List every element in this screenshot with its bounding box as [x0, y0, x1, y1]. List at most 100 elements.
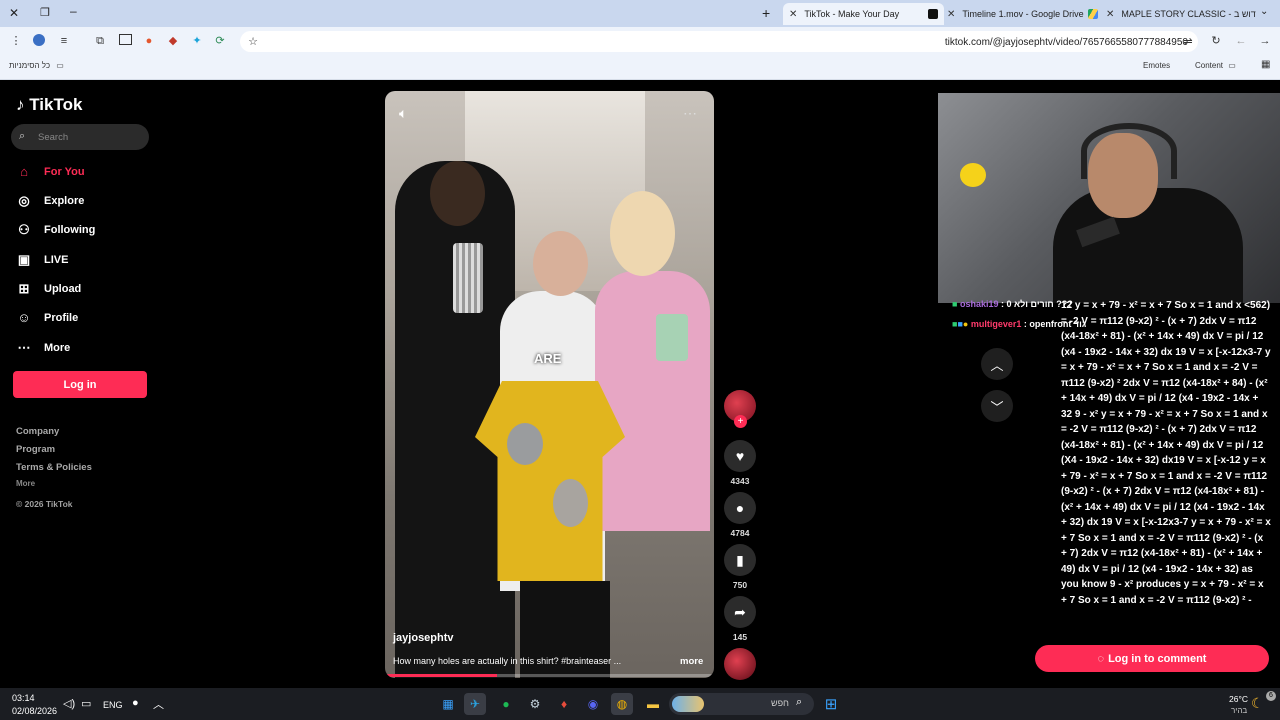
comment-button[interactable]: ●: [724, 492, 756, 524]
reading-list-icon[interactable]: ≡: [57, 34, 71, 48]
tab-tiktok[interactable]: ✕ TikTok - Make Your Day: [783, 3, 944, 25]
task-view-icon[interactable]: ▦: [437, 693, 459, 715]
chat-badge-icon: ●: [962, 319, 969, 329]
start-menu-icon[interactable]: ⊞: [820, 693, 842, 715]
restore-window-icon[interactable]: ❐: [40, 6, 50, 19]
follow-plus-icon[interactable]: +: [734, 415, 747, 428]
extension-icon[interactable]: ✦: [190, 34, 204, 48]
heart-icon: ♥: [735, 448, 745, 464]
extension-icon[interactable]: [118, 34, 132, 48]
search-input[interactable]: ⌕ Search: [11, 124, 149, 150]
sound-disc-avatar[interactable]: [724, 648, 756, 680]
like-button[interactable]: ♥: [724, 440, 756, 472]
extension-icon[interactable]: ◆: [166, 34, 180, 48]
more-options-icon[interactable]: ⋯: [683, 105, 697, 122]
tab-title: TikTok - Make Your Day: [804, 9, 900, 19]
extension-icon[interactable]: ●: [142, 34, 156, 48]
discord-app-icon[interactable]: ◉: [582, 693, 604, 715]
sidebar-item-profile[interactable]: ☺ Profile: [16, 310, 78, 325]
minimize-window-icon[interactable]: –: [70, 4, 77, 18]
reload-icon[interactable]: ↻: [1209, 34, 1223, 48]
tab-google-drive[interactable]: ✕ Timeline 1.mov - Google Drive: [943, 3, 1102, 25]
grid-icon[interactable]: ▦: [1261, 59, 1270, 70]
menu-icon[interactable]: ⋮: [9, 34, 23, 48]
chat-username: oshaki19: [959, 299, 999, 309]
all-bookmarks-folder[interactable]: כל הסימניות ▭: [9, 61, 64, 70]
previous-video-button[interactable]: ︿: [981, 348, 1013, 380]
video-progress-fill: [385, 674, 497, 677]
search-icon: ⌕: [796, 696, 803, 708]
clock-time[interactable]: 03:14: [12, 693, 35, 703]
language-indicator[interactable]: ENG: [103, 700, 123, 710]
video-player[interactable]: ARE 🔈︎ ⋯ jayjosephtv How many holes are …: [385, 91, 714, 678]
bookmark-emotes[interactable]: Emotes: [1143, 61, 1170, 70]
copyright-text: © 2026 TikTok: [16, 499, 73, 509]
sidebar-item-live[interactable]: ▣ LIVE: [16, 252, 69, 268]
profile-avatar-icon[interactable]: [32, 34, 46, 48]
taskbar-search-box[interactable]: חפש ⌕: [669, 693, 814, 715]
bookmark-content[interactable]: Content ▭: [1195, 61, 1236, 70]
sidebar-item-upload[interactable]: ⊞ Upload: [16, 281, 82, 297]
game-app-icon[interactable]: ♦: [553, 693, 575, 715]
caption-more-button[interactable]: more: [680, 656, 703, 667]
volume-icon[interactable]: 🔈︎: [399, 105, 407, 122]
next-video-button[interactable]: ﹀: [981, 390, 1013, 422]
video-author[interactable]: jayjosephtv: [393, 632, 454, 644]
footer-link-more[interactable]: More: [16, 479, 35, 488]
bookmark-star-icon[interactable]: ☆: [246, 35, 260, 49]
video-progress-track[interactable]: [385, 674, 714, 677]
share-count: 145: [732, 632, 748, 642]
like-count: 4343: [730, 476, 750, 486]
spotify-app-icon[interactable]: ●: [495, 693, 517, 715]
live-icon: ▣: [17, 252, 31, 267]
sidebar-item-explore[interactable]: ◎ Explore: [16, 193, 84, 209]
forward-icon[interactable]: →: [1258, 34, 1272, 48]
chrome-app-icon[interactable]: ◍: [611, 693, 633, 715]
login-button[interactable]: Log in: [13, 371, 147, 398]
save-count: 750: [732, 580, 748, 590]
footer-link-program[interactable]: Program: [16, 444, 55, 455]
network-tray-icon[interactable]: ▭: [81, 697, 91, 710]
following-icon: ⚇: [18, 222, 30, 237]
close-tab-icon[interactable]: ✕: [1106, 9, 1114, 20]
tab-title: Timeline 1.mov - Google Drive: [962, 9, 1084, 19]
share-button[interactable]: ➦: [724, 596, 756, 628]
tiktok-logo[interactable]: ♪ TikTok: [16, 95, 82, 115]
save-button[interactable]: ▮: [724, 544, 756, 576]
folder-icon: ▭: [1228, 61, 1236, 70]
new-tab-button[interactable]: +: [762, 5, 770, 21]
close-tab-icon[interactable]: ✕: [789, 9, 797, 20]
show-hidden-icons-chevron[interactable]: ︿: [153, 696, 164, 712]
close-tab-icon[interactable]: ✕: [947, 9, 955, 20]
notification-badge[interactable]: 6: [1266, 691, 1276, 701]
sidebar-item-more[interactable]: ⋯ More: [16, 340, 71, 356]
sidebar-item-for-you[interactable]: ⌂ For You: [16, 164, 84, 179]
clock-date[interactable]: 02/08/2026: [12, 706, 57, 716]
tab-maple-story[interactable]: ✕ MAPLE STORY CLASSIC - קדוש ב: [1102, 3, 1256, 25]
extensions-icon[interactable]: ⧉: [93, 34, 107, 48]
site-info-icon[interactable]: ⇌: [1181, 35, 1195, 49]
sidebar-item-following[interactable]: ⚇ Following: [16, 222, 95, 238]
footer-link-terms[interactable]: Terms & Policies: [16, 462, 92, 473]
back-icon[interactable]: ←: [1234, 34, 1248, 48]
weather-label: בהיר: [1231, 706, 1248, 715]
weather-temp[interactable]: 26°C: [1229, 694, 1248, 704]
volume-tray-icon[interactable]: ◁): [63, 697, 75, 710]
file-explorer-icon[interactable]: ▬: [642, 693, 664, 715]
comment-icon: ◌: [1097, 652, 1105, 665]
microphone-tray-icon[interactable]: ●: [132, 697, 139, 709]
math-text-overlay: 12 y = x + 79 - x² = x + 7 So x = 1 and …: [1061, 300, 1271, 606]
share-icon: ➦: [734, 603, 746, 620]
extension-icon[interactable]: ⟳: [213, 34, 227, 48]
login-to-comment-button[interactable]: ◌ Log in to comment: [1035, 645, 1269, 672]
steam-app-icon[interactable]: ⚙: [524, 693, 546, 715]
google-drive-favicon-icon: [1088, 9, 1098, 19]
weather-moon-icon[interactable]: ☾: [1251, 695, 1264, 712]
tab-search-icon[interactable]: ⌄: [1260, 6, 1268, 17]
bookmark-icon: ▮: [736, 551, 744, 568]
close-window-icon[interactable]: ✕: [9, 6, 19, 20]
telegram-app-icon[interactable]: ✈: [464, 693, 486, 715]
more-icon: ⋯: [17, 340, 31, 355]
footer-link-company[interactable]: Company: [16, 426, 59, 437]
shirt-hole: [507, 423, 543, 465]
